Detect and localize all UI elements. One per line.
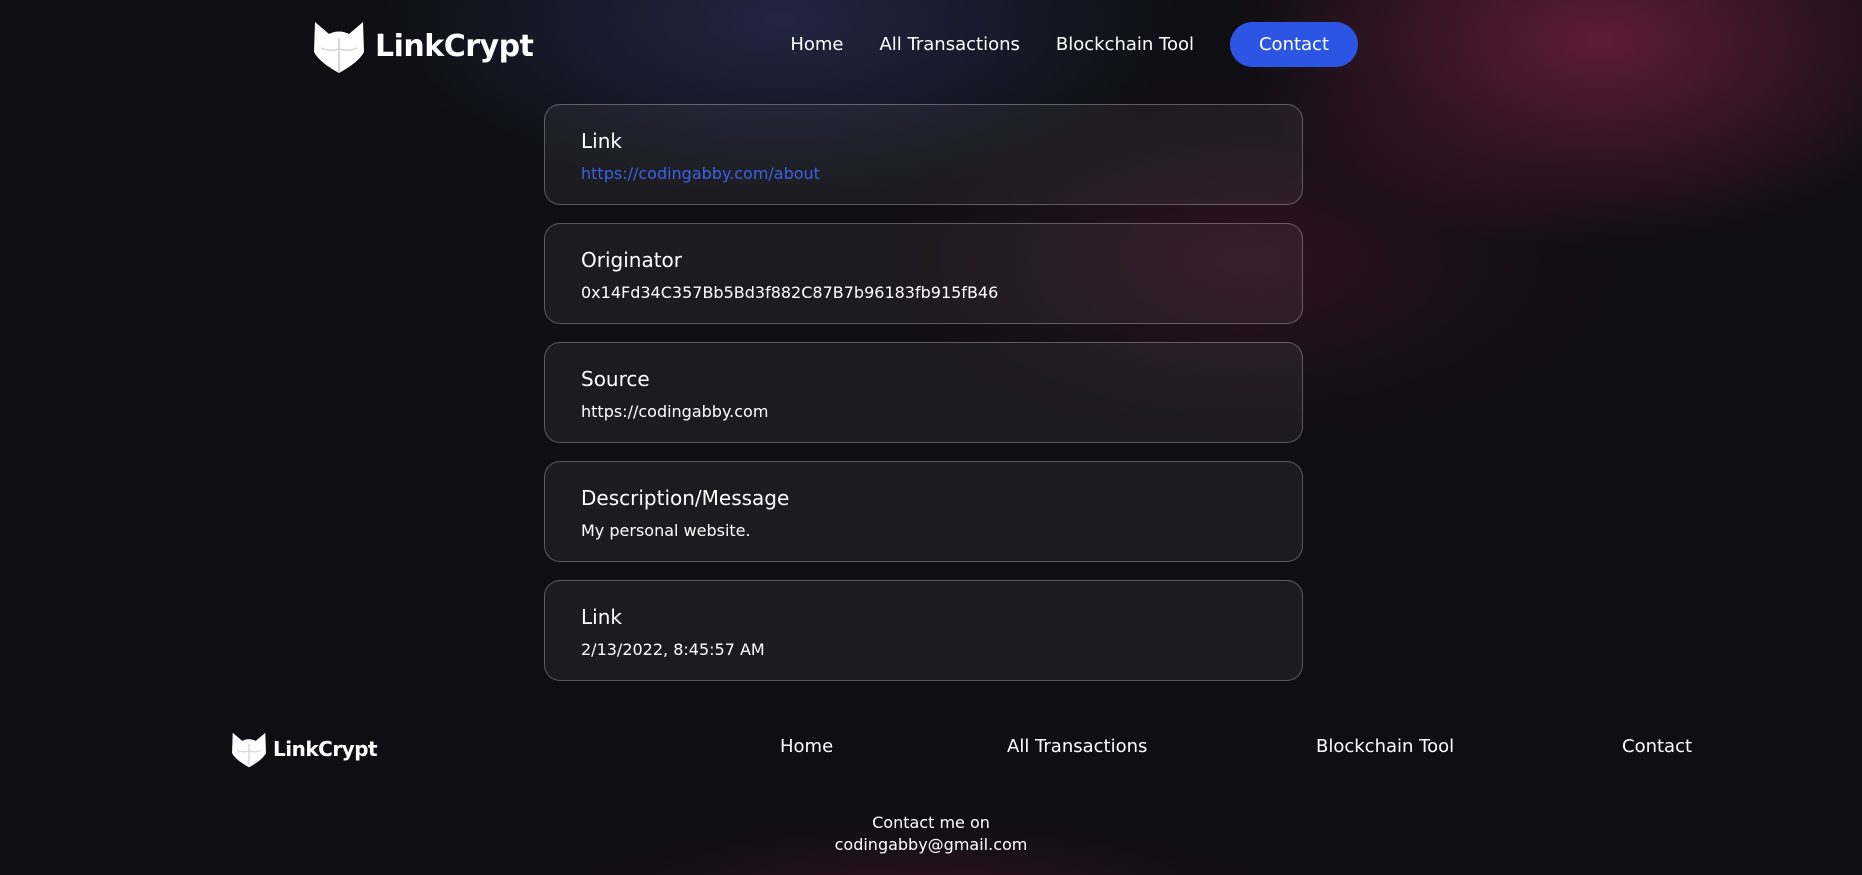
link-card: Link https://codingabby.com/about (544, 104, 1303, 205)
card-label: Source (581, 367, 650, 391)
contact-email[interactable]: codingabby@gmail.com (0, 834, 1862, 856)
footer-nav-all-transactions[interactable]: All Transactions (1007, 736, 1147, 757)
source-card: Source https://codingabby.com (544, 342, 1303, 443)
card-label: Description/Message (581, 486, 790, 510)
description-text: My personal website. (581, 521, 751, 540)
footer-nav-home[interactable]: Home (780, 736, 833, 757)
nav-all-transactions[interactable]: All Transactions (879, 34, 1019, 55)
transaction-details: Link https://codingabby.com/about Origin… (544, 104, 1303, 699)
brand-name: LinkCrypt (375, 28, 534, 64)
brand-logo[interactable]: LinkCrypt (311, 18, 534, 74)
contact-line: Contact me on (872, 813, 990, 832)
source-url: https://codingabby.com (581, 402, 769, 421)
footer-nav-contact[interactable]: Contact (1622, 736, 1692, 757)
fox-head-icon (311, 18, 367, 74)
card-label: Originator (581, 248, 683, 272)
footer-nav-blockchain-tool[interactable]: Blockchain Tool (1316, 736, 1454, 757)
contact-button[interactable]: Contact (1230, 22, 1358, 67)
description-card: Description/Message My personal website. (544, 461, 1303, 562)
timestamp-value: 2/13/2022, 8:45:57 AM (581, 640, 765, 659)
card-label: Link (581, 605, 622, 629)
originator-card: Originator 0x14Fd34C357Bb5Bd3f882C87B7b9… (544, 223, 1303, 324)
nav-blockchain-tool[interactable]: Blockchain Tool (1056, 34, 1194, 55)
originator-address: 0x14Fd34C357Bb5Bd3f882C87B7b96183fb915fB… (581, 283, 999, 302)
main-nav: Home All Transactions Blockchain Tool Co… (790, 22, 1358, 67)
nav-home[interactable]: Home (790, 34, 843, 55)
site-header: LinkCrypt Home All Transactions Blockcha… (0, 0, 1862, 90)
footer-contact-info: Contact me on codingabby@gmail.com (0, 812, 1862, 856)
timestamp-card: Link 2/13/2022, 8:45:57 AM (544, 580, 1303, 681)
footer-nav: Home All Transactions Blockchain Tool Co… (0, 736, 1862, 762)
card-label: Link (581, 129, 622, 153)
link-url[interactable]: https://codingabby.com/about (581, 164, 820, 184)
